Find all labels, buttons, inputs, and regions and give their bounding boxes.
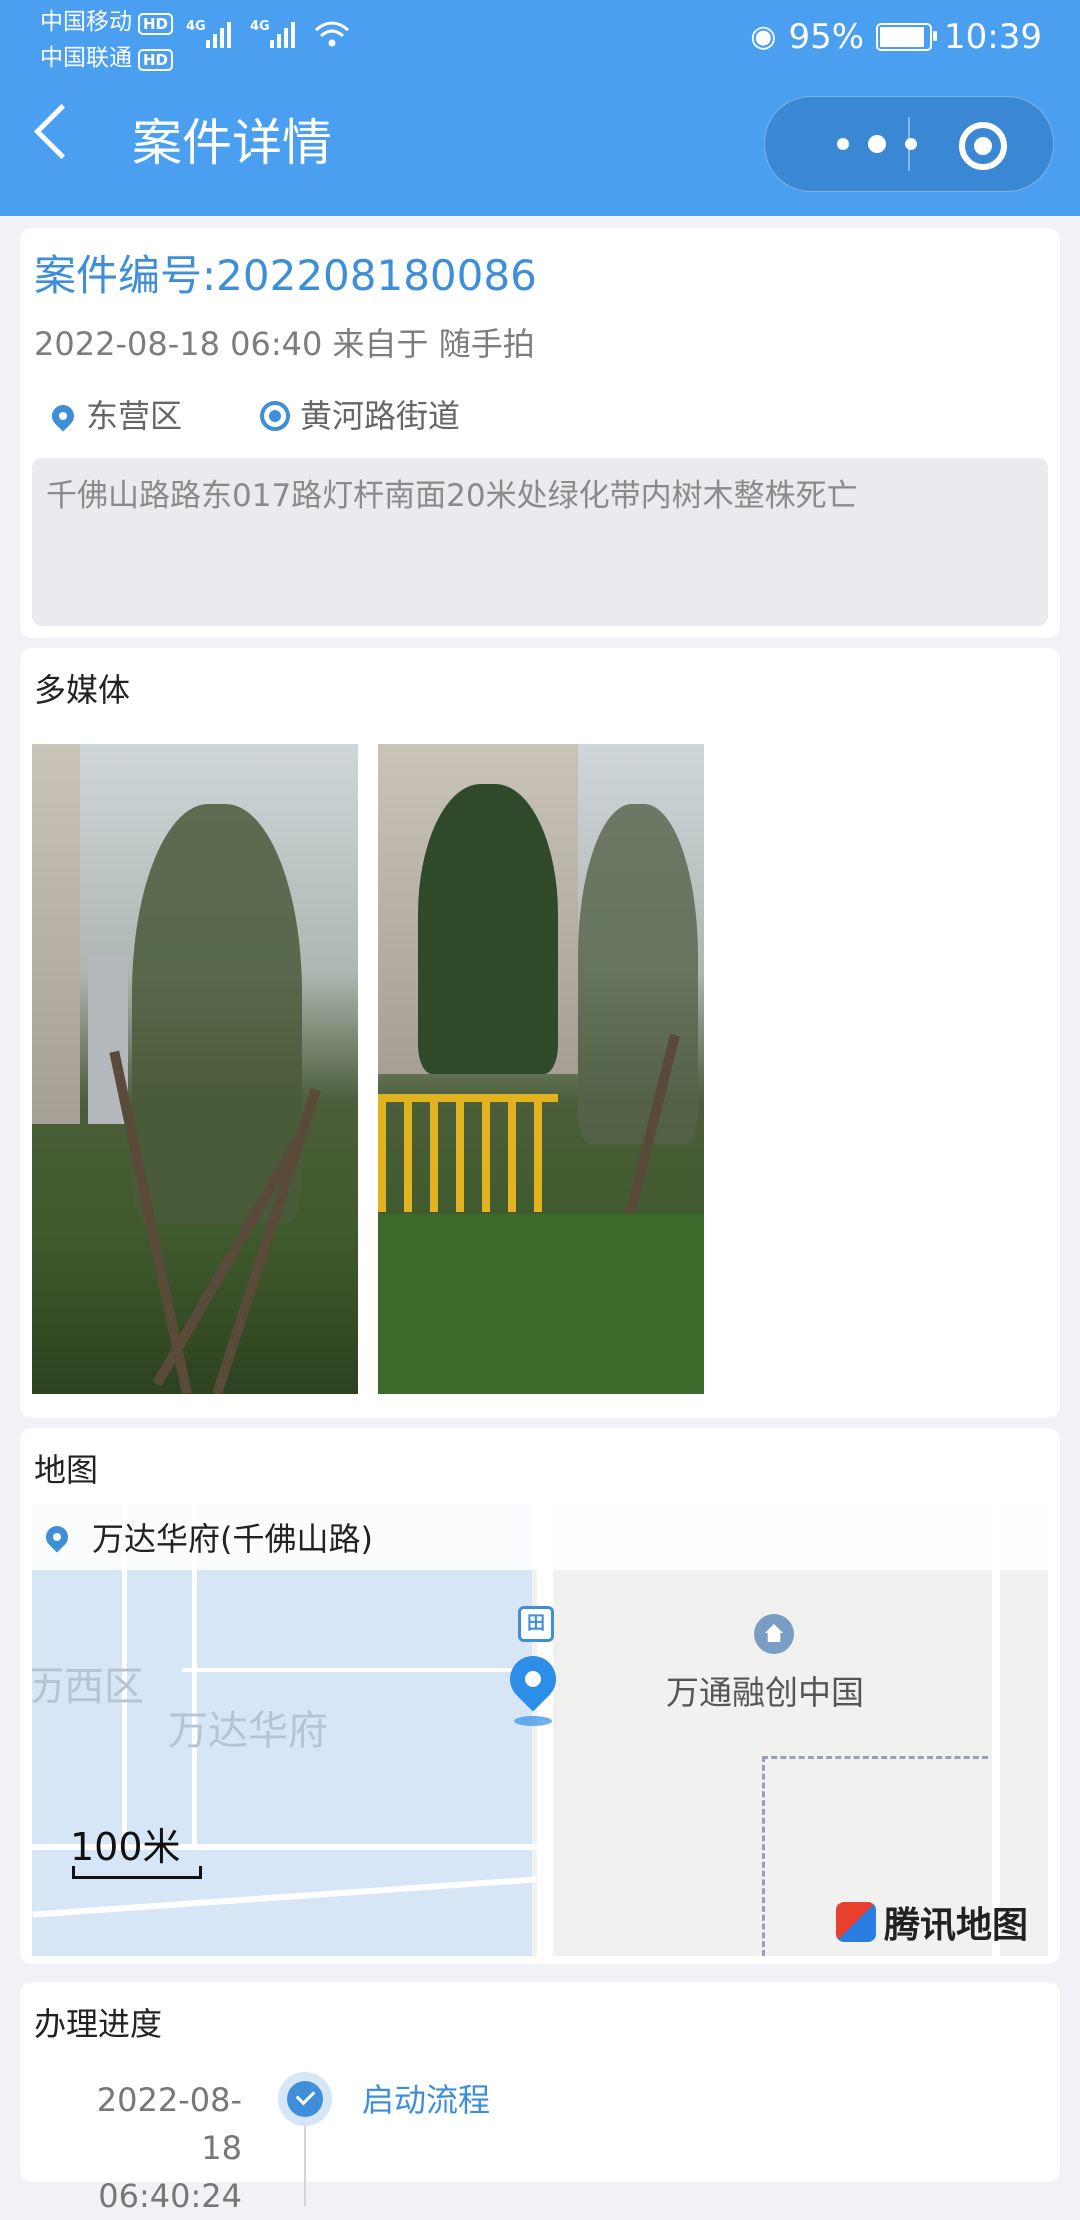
- location-pin-icon: [47, 400, 79, 432]
- progress-card: 办理进度 2022-08-18 06:40:24 启动流程: [20, 1982, 1060, 2215]
- close-target-icon[interactable]: [959, 122, 1007, 170]
- signal-icon: 4G 4G: [186, 19, 349, 48]
- map-view[interactable]: 历西区 万达华府 田 万通融创中国 100米 腾讯地图 万达华府(千佛山路): [32, 1504, 1048, 1956]
- status-right: ◉ 95% 10:39: [750, 12, 1042, 62]
- district-label: 东营区: [86, 397, 183, 435]
- page-title: 案件详情: [132, 114, 332, 172]
- media-photo-1[interactable]: [32, 744, 358, 1394]
- map-provider-label: 腾讯地图: [883, 1905, 1028, 1946]
- progress-step-label: 启动流程: [362, 2081, 491, 2119]
- app-header: 中国移动 HD 中国联通 HD 4G 4G ◉ 95% 10:39 案件详情: [0, 0, 1080, 216]
- map-label-wanda: 万达华府: [168, 1708, 328, 1754]
- map-place-name: 万达华府(千佛山路): [92, 1520, 373, 1558]
- eye-icon: ◉: [750, 19, 777, 54]
- media-title: 多媒体: [34, 671, 131, 709]
- net-type-2: 4G: [250, 19, 270, 34]
- timeline-line: [304, 2126, 306, 2206]
- capsule-divider: [908, 117, 910, 171]
- hd-badge: HD: [138, 49, 174, 71]
- more-icon[interactable]: [837, 133, 917, 155]
- clock: 10:39: [944, 17, 1042, 57]
- map-title: 地图: [34, 1451, 99, 1489]
- bus-stop-icon: 田: [518, 1606, 554, 1642]
- map-place-bar: 万达华府(千佛山路): [32, 1504, 1048, 1570]
- map-scale-bar: [72, 1866, 202, 1879]
- progress-title: 办理进度: [34, 2005, 163, 2043]
- district-tag: 东营区: [47, 394, 183, 438]
- place-pin-icon: [41, 1521, 73, 1553]
- progress-step-date: 2022-08-18: [96, 2081, 242, 2167]
- map-scale-label: 100米: [70, 1825, 181, 1869]
- map-label-poi: 万通融创中国: [666, 1673, 864, 1712]
- case-number: 案件编号:202208180086: [34, 251, 537, 300]
- case-meta: 2022-08-18 06:40 来自于 随手拍: [34, 325, 535, 363]
- tencent-map-logo-icon: [835, 1902, 876, 1942]
- miniprogram-capsule: [764, 96, 1054, 192]
- battery-percent: 95%: [788, 17, 865, 57]
- media-card: 多媒体: [20, 648, 1060, 1418]
- map-label-district: 历西区: [32, 1664, 144, 1710]
- progress-step-datetime: 2022-08-18 06:40:24: [60, 2076, 242, 2220]
- check-icon: [278, 2072, 332, 2126]
- street-label: 黄河路街道: [300, 397, 461, 435]
- map-provider: 腾讯地图: [835, 1896, 1028, 1948]
- battery-icon: [876, 23, 938, 51]
- street-tag: 黄河路街道: [260, 394, 460, 438]
- case-description: 千佛山路路东017路灯杆南面20米处绿化带内树木整株死亡: [32, 458, 1048, 626]
- carrier-1: 中国移动: [40, 9, 132, 35]
- progress-step-time: 06:40:24: [98, 2177, 242, 2215]
- status-carriers: 中国移动 HD 中国联通 HD: [40, 4, 174, 76]
- location-target-icon: [260, 401, 290, 431]
- net-type-1: 4G: [186, 19, 206, 34]
- poi-home-icon: [754, 1614, 794, 1654]
- hd-badge: HD: [138, 13, 174, 35]
- media-photo-2[interactable]: [378, 744, 704, 1394]
- back-button[interactable]: [33, 103, 90, 160]
- case-card: 案件编号:202208180086 2022-08-18 06:40 来自于 随…: [20, 228, 1060, 638]
- carrier-2: 中国联通: [40, 45, 132, 71]
- map-card: 地图 历西区 万达华府 田 万通融创中国 100米 腾讯地图 万达华府(千佛山路…: [20, 1428, 1060, 1964]
- map-road: [537, 1504, 553, 1956]
